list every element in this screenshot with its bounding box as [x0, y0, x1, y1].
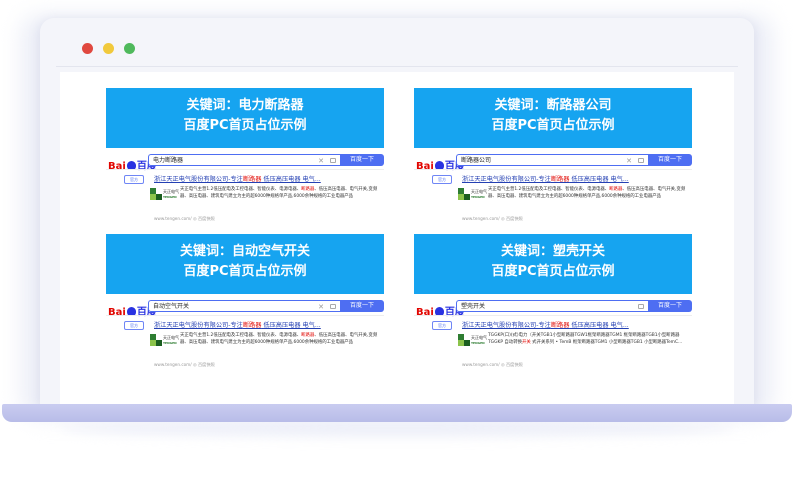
keyword-banner: 关键词：塑壳开关 百度PC首页占位示例	[414, 234, 692, 294]
banner-keyword: 关键词：自动空气开关	[179, 244, 310, 259]
keyword-panel: 关键词：塑壳开关 百度PC首页占位示例 Bai 百度 塑壳开关 百度一下 官方 浙…	[414, 234, 692, 374]
search-button[interactable]: 百度一下	[340, 300, 384, 312]
minimize-dot[interactable]	[103, 43, 114, 54]
serp-preview: Bai 百度 断路器公司 ✕ 百度一下 官方 浙江天正电气股份有限公司-专注断路器 …	[414, 148, 692, 228]
tengen-logo: 天正电气 TENGEN	[458, 188, 487, 206]
tengen-logo: 天正电气 TENGEN	[150, 188, 179, 206]
keyword-banner: 关键词：断路器公司 百度PC首页占位示例	[414, 88, 692, 148]
browser-window: 关键词：电力断路器 百度PC首页占位示例 Bai 百度 电力断路器 ✕ 百度一下 官…	[40, 18, 754, 406]
official-badge: 官方	[432, 175, 452, 184]
result-url[interactable]: www.tengen.com/ ◎ 百度快照	[462, 216, 523, 222]
result-title-link[interactable]: 浙江天正电气股份有限公司-专注断路器 低压高压电器 电气...	[154, 320, 380, 329]
divider	[106, 315, 384, 316]
keyword-banner: 关键词：电力断路器 百度PC首页占位示例	[106, 88, 384, 148]
result-title-link[interactable]: 浙江天正电气股份有限公司-专注断路器 低压高压电器 电气...	[462, 320, 688, 329]
banner-keyword: 关键词：电力断路器	[186, 98, 304, 113]
official-badge: 官方	[124, 175, 144, 184]
search-input[interactable]: 断路器公司 ✕	[456, 154, 648, 166]
camera-icon[interactable]	[330, 304, 336, 309]
titlebar	[40, 18, 754, 66]
result-title-link[interactable]: 浙江天正电气股份有限公司-专注断路器 低压高压电器 电气...	[462, 174, 688, 183]
keyword-panel: 关键词：电力断路器 百度PC首页占位示例 Bai 百度 电力断路器 ✕ 百度一下 官…	[106, 88, 384, 228]
maximize-dot[interactable]	[124, 43, 135, 54]
content-area: 关键词：电力断路器 百度PC首页占位示例 Bai 百度 电力断路器 ✕ 百度一下 官…	[60, 72, 734, 404]
result-description: 天正电气主营1.2低压配电及工控电器、智能仪表、电源电器、断路器、低压高压电器、…	[488, 187, 686, 199]
banner-subtitle: 百度PC首页占位示例	[491, 264, 615, 279]
base-shadow	[60, 420, 734, 436]
keyword-panel: 关键词：自动空气开关 百度PC首页占位示例 Bai 百度 自动空气开关 ✕ 百度一下…	[106, 234, 384, 374]
search-button[interactable]: 百度一下	[648, 300, 692, 312]
banner-keyword: 关键词：塑壳开关	[500, 244, 605, 259]
result-url[interactable]: www.tengen.com/ ◎ 百度快照	[154, 362, 215, 368]
search-input[interactable]: 电力断路器 ✕	[148, 154, 340, 166]
search-button[interactable]: 百度一下	[648, 154, 692, 166]
search-button[interactable]: 百度一下	[340, 154, 384, 166]
result-description: 天正电气主营1.2低压配电及工控电器、智能仪表、电源电器、断路器、低压高压电器、…	[180, 187, 378, 199]
result-url[interactable]: www.tengen.com/ ◎ 百度快照	[462, 362, 523, 368]
divider	[414, 315, 692, 316]
clear-icon[interactable]: ✕	[626, 155, 632, 167]
close-dot[interactable]	[82, 43, 93, 54]
keyword-banner: 关键词：自动空气开关 百度PC首页占位示例	[106, 234, 384, 294]
result-description: 天正电气主营1.2低压配电及工控电器、智能仪表、电源电器、断路器、低压高压电器、…	[180, 333, 378, 345]
serp-preview: Bai 百度 电力断路器 ✕ 百度一下 官方 浙江天正电气股份有限公司-专注断路器 …	[106, 148, 384, 228]
serp-preview: Bai 百度 自动空气开关 ✕ 百度一下 官方 浙江天正电气股份有限公司-专注断路器…	[106, 294, 384, 374]
laptop-base	[2, 404, 792, 422]
camera-icon[interactable]	[638, 304, 644, 309]
divider	[106, 169, 384, 170]
result-url[interactable]: www.tengen.com/ ◎ 百度快照	[154, 216, 215, 222]
tengen-logo: 天正电气 TENGEN	[150, 334, 179, 352]
official-badge: 官方	[124, 321, 144, 330]
keyword-panel: 关键词：断路器公司 百度PC首页占位示例 Bai 百度 断路器公司 ✕ 百度一下 官…	[414, 88, 692, 228]
tengen-logo: 天正电气 TENGEN	[458, 334, 487, 352]
result-title-link[interactable]: 浙江天正电气股份有限公司-专注断路器 低压高压电器 电气...	[154, 174, 380, 183]
search-input[interactable]: 自动空气开关 ✕	[148, 300, 340, 312]
search-input[interactable]: 塑壳开关	[456, 300, 648, 312]
banner-subtitle: 百度PC首页占位示例	[183, 264, 307, 279]
result-description: TGGKP(口)(式)电力（开关TGB1小型断路器TGW1框架断路器TGM1 框…	[488, 333, 683, 345]
serp-preview: Bai 百度 塑壳开关 百度一下 官方 浙江天正电气股份有限公司-专注断路器 低压…	[414, 294, 692, 374]
banner-subtitle: 百度PC首页占位示例	[491, 118, 615, 133]
clear-icon[interactable]: ✕	[318, 301, 324, 313]
divider	[414, 169, 692, 170]
banner-subtitle: 百度PC首页占位示例	[183, 118, 307, 133]
camera-icon[interactable]	[330, 158, 336, 163]
banner-keyword: 关键词：断路器公司	[494, 98, 612, 113]
clear-icon[interactable]: ✕	[318, 155, 324, 167]
titlebar-divider	[56, 66, 738, 67]
camera-icon[interactable]	[638, 158, 644, 163]
official-badge: 官方	[432, 321, 452, 330]
